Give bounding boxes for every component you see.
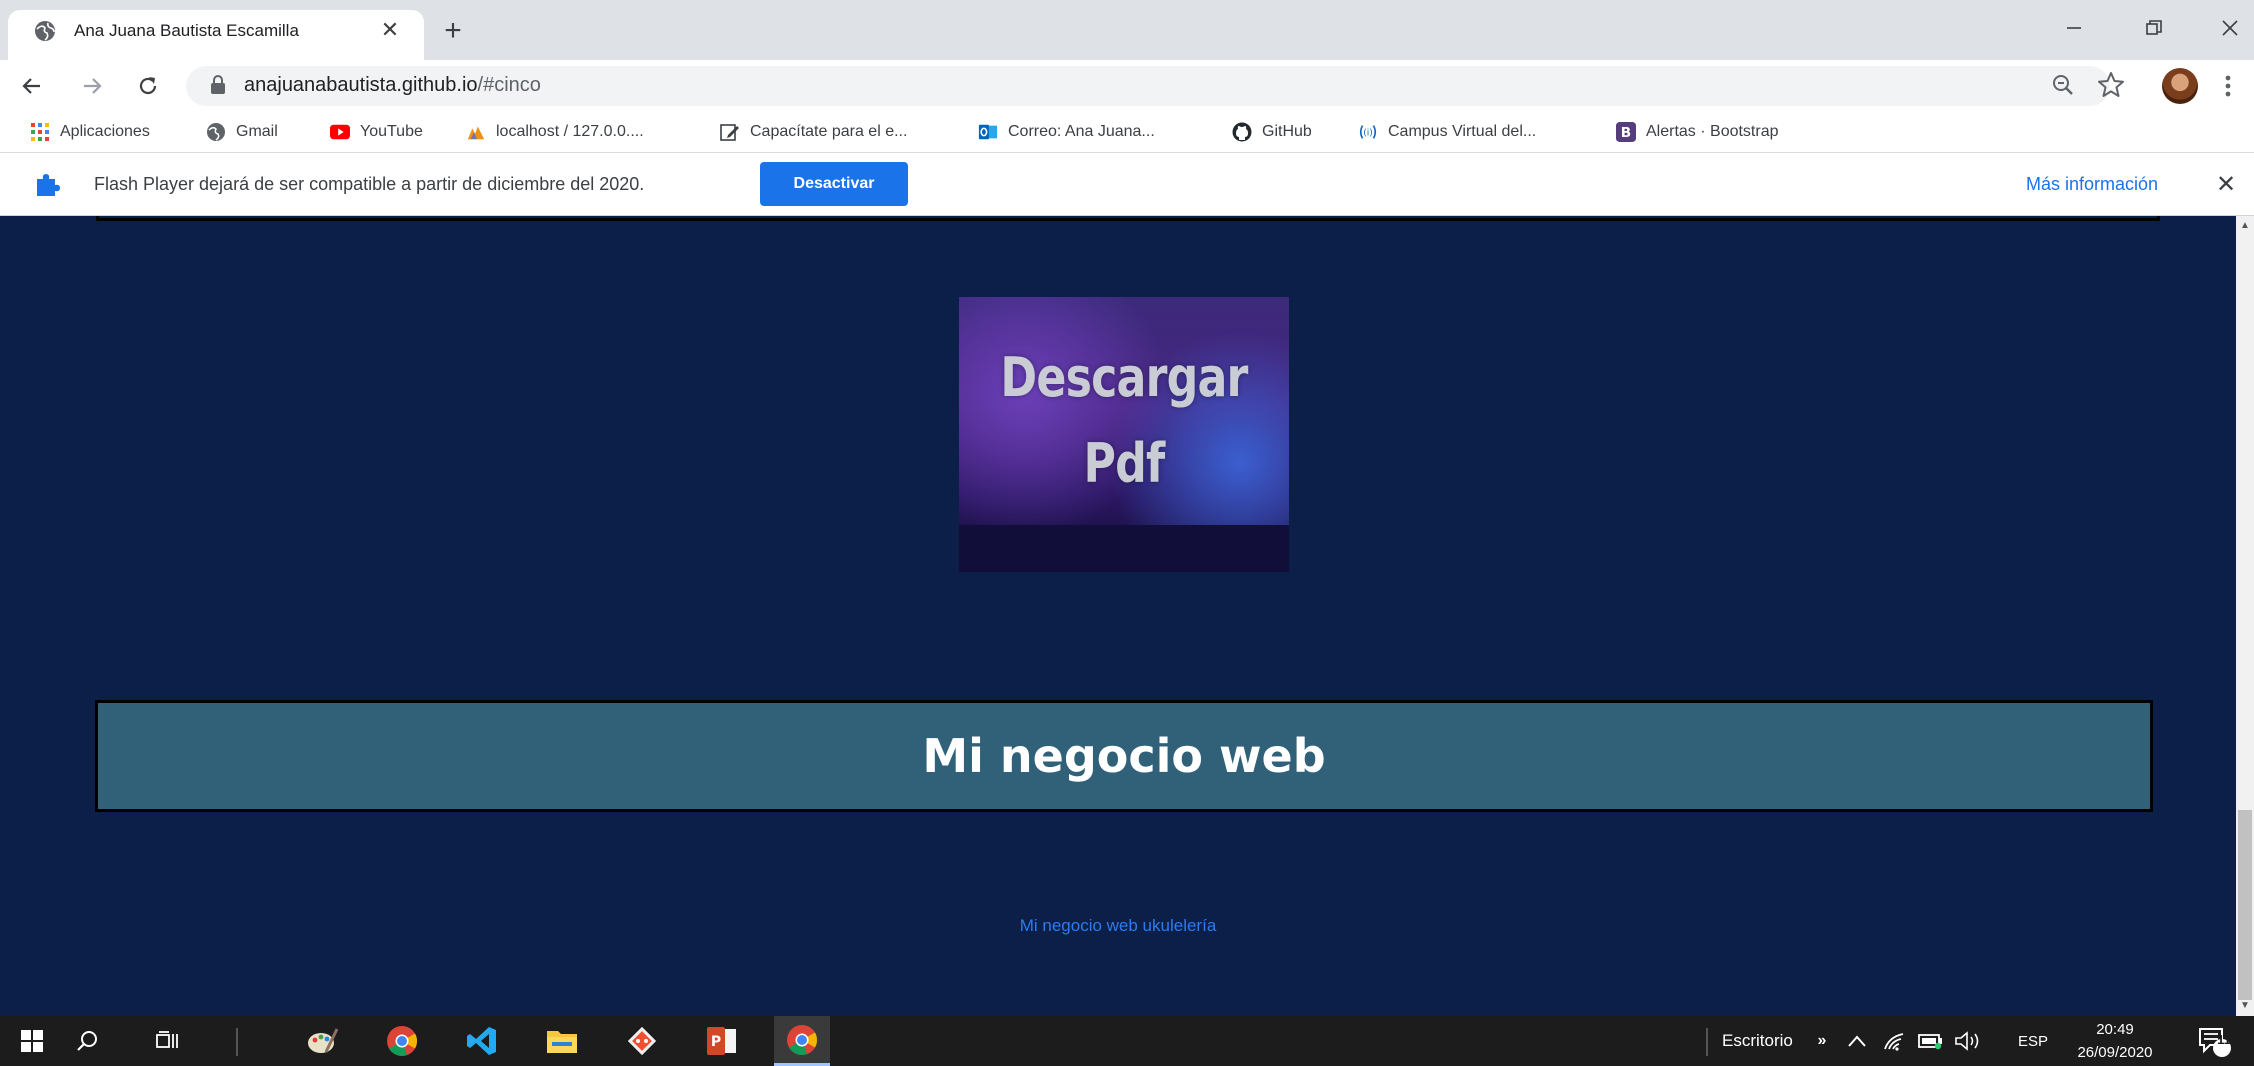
bookmark-star-icon[interactable] (2096, 70, 2126, 100)
globe-icon (206, 122, 226, 142)
bookmark-bootstrap[interactable]: B Alertas · Bootstrap (1616, 112, 1779, 152)
language-indicator[interactable]: ESP (2018, 1016, 2048, 1066)
business-title: Mi negocio web (922, 729, 1326, 783)
svg-text:(i): (i) (1363, 129, 1373, 139)
pdf-text-line1: Descargar (1000, 346, 1248, 409)
bookmark-label: Alertas · Bootstrap (1646, 123, 1779, 140)
task-view-icon[interactable] (150, 1016, 186, 1066)
business-banner: Mi negocio web (95, 700, 2153, 812)
minimize-icon[interactable] (2052, 8, 2096, 48)
clock-time: 20:49 (2096, 1021, 2134, 1038)
notifications-icon[interactable]: 11 (2192, 1016, 2236, 1066)
wifi-icon[interactable] (1880, 1016, 1910, 1066)
tab-title: Ana Juana Bautista Escamilla (74, 21, 299, 40)
tab-close-icon[interactable]: ✕ (376, 16, 404, 44)
url-text[interactable]: anajuanabautista.github.io/#cinco (244, 74, 541, 97)
deactivate-button[interactable]: Desactivar (760, 162, 908, 206)
taskbar-divider (236, 1028, 238, 1056)
bookmark-label: Correo: Ana Juana... (1008, 123, 1155, 140)
bookmark-apps[interactable]: Aplicaciones (30, 112, 150, 152)
phpmyadmin-icon (466, 122, 486, 142)
infobar-message: Flash Player dejará de ser compatible a … (94, 174, 645, 194)
paint-app-icon[interactable] (302, 1016, 342, 1066)
apps-grid-icon (30, 122, 50, 142)
broadcast-icon: (i) (1358, 122, 1378, 142)
profile-avatar[interactable] (2162, 68, 2198, 104)
bookmark-label: localhost / 127.0.0.... (496, 123, 644, 140)
window-close-icon[interactable] (2208, 8, 2252, 48)
powerpoint-app-icon[interactable]: P (702, 1016, 742, 1066)
pdf-text-line2: Pdf (1083, 432, 1166, 495)
volume-icon[interactable] (1950, 1016, 1986, 1066)
bookmark-correo[interactable]: Correo: Ana Juana... (978, 112, 1155, 152)
bookmark-label: Aplicaciones (60, 123, 150, 140)
bookmark-label: YouTube (360, 123, 423, 140)
bookmark-campus[interactable]: (i) Campus Virtual del... (1358, 112, 1536, 152)
bookmark-github[interactable]: GitHub (1232, 112, 1312, 152)
scroll-down-arrow-icon[interactable]: ▼ (2238, 998, 2252, 1012)
bookmark-label: Gmail (236, 123, 278, 140)
edit-doc-icon (720, 122, 740, 142)
restore-icon[interactable] (2132, 8, 2176, 48)
bookmark-label: Capacítate para el e... (750, 123, 908, 140)
zoom-icon[interactable] (2050, 72, 2076, 98)
battery-icon[interactable] (1916, 1016, 1946, 1066)
scroll-up-arrow-icon[interactable]: ▲ (2238, 218, 2252, 232)
search-icon[interactable] (70, 1016, 106, 1066)
forward-arrow-icon[interactable] (74, 68, 110, 104)
git-app-icon[interactable] (622, 1016, 662, 1066)
chrome-app-icon[interactable] (382, 1016, 422, 1066)
lock-icon[interactable] (210, 75, 226, 95)
clock-date: 26/09/2020 (2077, 1044, 2153, 1061)
download-pdf-image[interactable]: Descargar Pdf (959, 297, 1289, 572)
outlook-icon (978, 122, 998, 142)
bookmark-capacitate[interactable]: Capacítate para el e... (720, 112, 907, 152)
chevron-up-icon[interactable] (1842, 1016, 1872, 1066)
page-content: Descargar Pdf Mi negocio web Mi negocio … (0, 216, 2236, 1016)
vscode-app-icon[interactable] (462, 1016, 502, 1066)
bookmark-gmail[interactable]: Gmail (206, 112, 278, 152)
download-pdf-text: Descargar Pdf (989, 335, 1260, 507)
clock[interactable]: 20:49 26/09/2020 (2072, 1018, 2158, 1064)
back-arrow-icon[interactable] (14, 68, 50, 104)
kebab-menu-icon[interactable] (2218, 72, 2238, 100)
windows-start-icon[interactable] (14, 1016, 50, 1066)
previous-section-frame (96, 216, 2160, 221)
more-info-link[interactable]: Más información (2026, 174, 2158, 195)
url-path: /#cinco (477, 74, 541, 96)
svg-text:P: P (711, 1034, 721, 1050)
bootstrap-icon: B (1616, 122, 1636, 142)
puzzle-plugin-icon (34, 170, 62, 198)
file-explorer-icon[interactable] (542, 1016, 582, 1066)
bookmark-label: GitHub (1262, 123, 1312, 140)
chevron-right-double-icon[interactable]: » (1810, 1016, 1834, 1066)
youtube-icon (330, 122, 350, 142)
desktop-toolbar-label[interactable]: Escritorio (1722, 1016, 1793, 1066)
new-tab-button[interactable]: + (436, 14, 470, 48)
scrollbar-thumb[interactable] (2238, 810, 2252, 1000)
url-host: anajuanabautista.github.io (244, 74, 478, 96)
image-bottom-band (959, 525, 1289, 572)
chrome-active-app-icon[interactable] (774, 1016, 830, 1066)
infobar-close-icon[interactable]: ✕ (2212, 170, 2240, 198)
github-icon (1232, 122, 1252, 142)
taskbar-divider (1706, 1028, 1708, 1056)
ukulele-link[interactable]: Mi negocio web ukulelería (0, 916, 2236, 936)
bookmark-label: Campus Virtual del... (1388, 123, 1537, 140)
reload-icon[interactable] (130, 68, 166, 104)
bookmark-localhost[interactable]: localhost / 127.0.0.... (466, 112, 644, 152)
notification-count: 11 (2217, 1032, 2231, 1047)
globe-icon (34, 20, 56, 42)
svg-text:B: B (1621, 125, 1631, 141)
bookmark-youtube[interactable]: YouTube (330, 112, 423, 152)
